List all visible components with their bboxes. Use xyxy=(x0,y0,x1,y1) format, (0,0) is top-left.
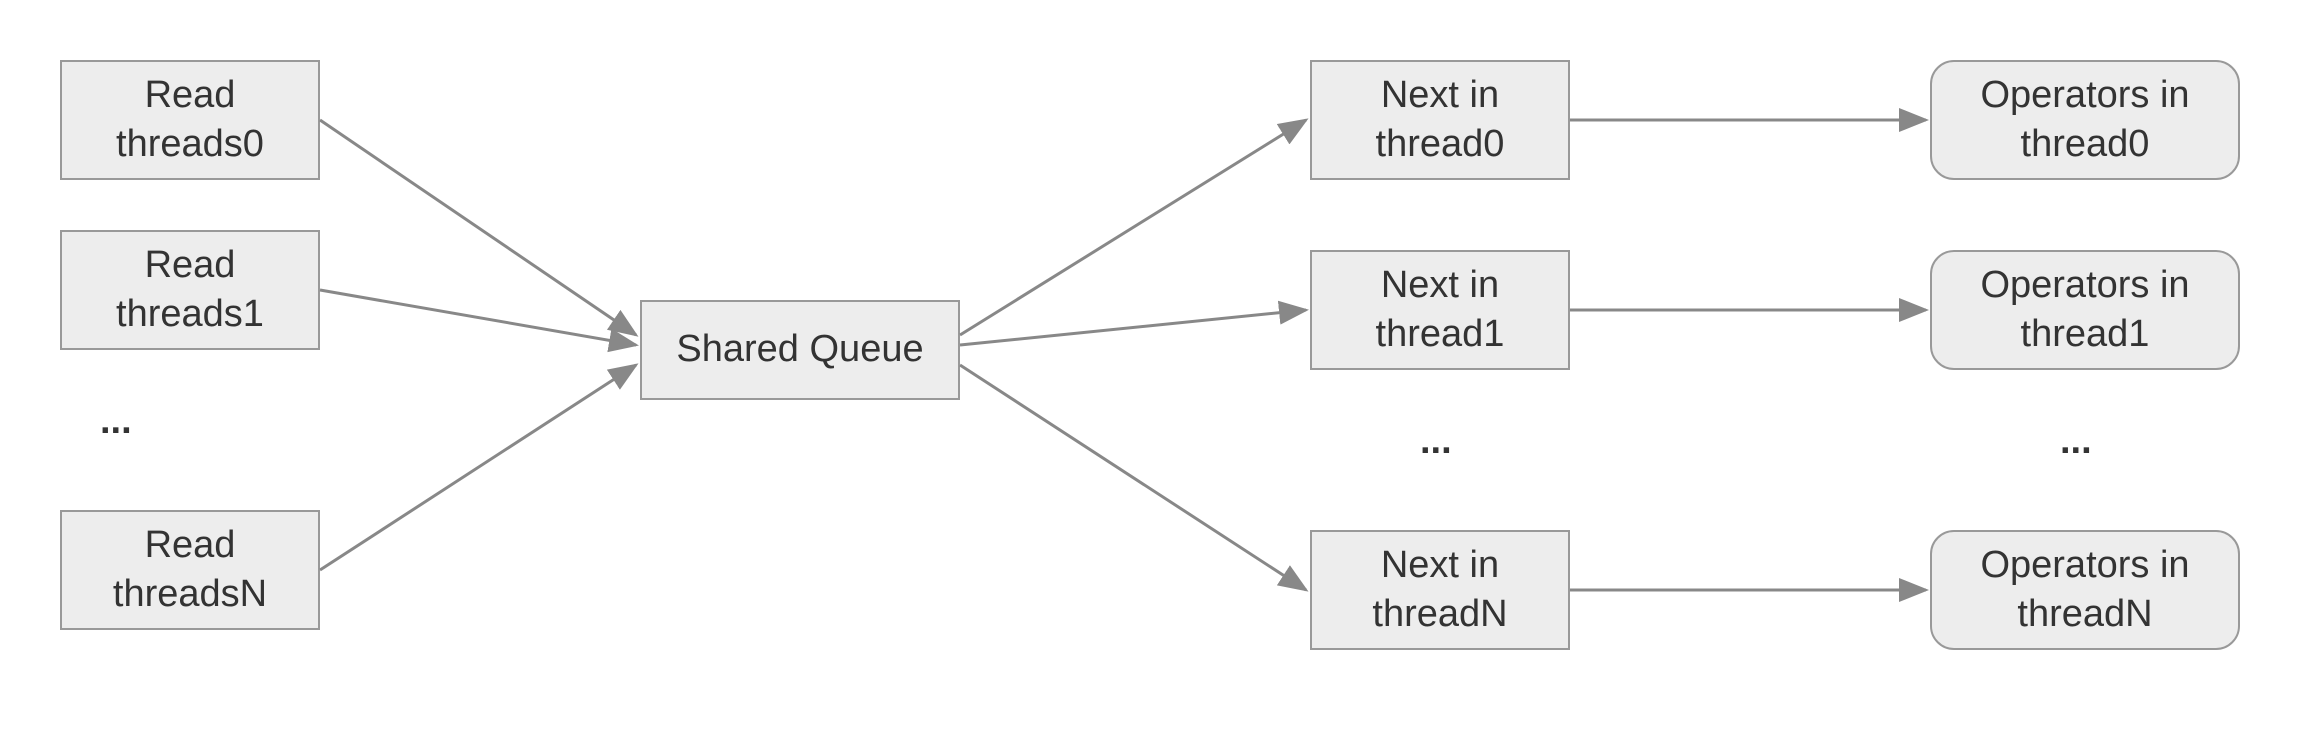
read-threads-n-line1: Read xyxy=(145,521,236,570)
read-threads-1-line1: Read xyxy=(145,241,236,290)
arrow-queue-nextn xyxy=(960,365,1306,590)
arrow-read1-queue xyxy=(320,290,636,345)
next-thread-n-box: Next in threadN xyxy=(1310,530,1570,650)
next-thread-1-line1: Next in xyxy=(1381,261,1499,310)
operators-thread-1-line2: thread1 xyxy=(2021,310,2150,359)
read-ellipsis: ... xyxy=(100,400,132,443)
operators-thread-0-line2: thread0 xyxy=(2021,120,2150,169)
next-ellipsis: ... xyxy=(1420,420,1452,463)
arrow-readn-queue xyxy=(320,365,636,570)
operators-thread-1-box: Operators in thread1 xyxy=(1930,250,2240,370)
operators-thread-0-line1: Operators in xyxy=(1980,71,2189,120)
next-thread-0-box: Next in thread0 xyxy=(1310,60,1570,180)
next-thread-0-line2: thread0 xyxy=(1376,120,1505,169)
shared-queue-label: Shared Queue xyxy=(676,325,923,374)
operators-thread-n-line2: threadN xyxy=(2017,590,2152,639)
read-threads-n-line2: threadsN xyxy=(113,570,267,619)
next-thread-1-line2: thread1 xyxy=(1376,310,1505,359)
arrow-read0-queue xyxy=(320,120,636,335)
read-threads-0-line2: threads0 xyxy=(116,120,264,169)
read-threads-0-line1: Read xyxy=(145,71,236,120)
arrow-queue-next0 xyxy=(960,120,1306,335)
operators-thread-0-box: Operators in thread0 xyxy=(1930,60,2240,180)
shared-queue-box: Shared Queue xyxy=(640,300,960,400)
read-threads-n-box: Read threadsN xyxy=(60,510,320,630)
read-threads-0-box: Read threads0 xyxy=(60,60,320,180)
next-thread-n-line1: Next in xyxy=(1381,541,1499,590)
arrow-queue-next1 xyxy=(960,310,1306,345)
operators-thread-n-box: Operators in threadN xyxy=(1930,530,2240,650)
next-thread-1-box: Next in thread1 xyxy=(1310,250,1570,370)
next-thread-n-line2: threadN xyxy=(1372,590,1507,639)
operators-ellipsis: ... xyxy=(2060,420,2092,463)
read-threads-1-line2: threads1 xyxy=(116,290,264,339)
next-thread-0-line1: Next in xyxy=(1381,71,1499,120)
operators-thread-1-line1: Operators in xyxy=(1980,261,2189,310)
operators-thread-n-line1: Operators in xyxy=(1980,541,2189,590)
read-threads-1-box: Read threads1 xyxy=(60,230,320,350)
